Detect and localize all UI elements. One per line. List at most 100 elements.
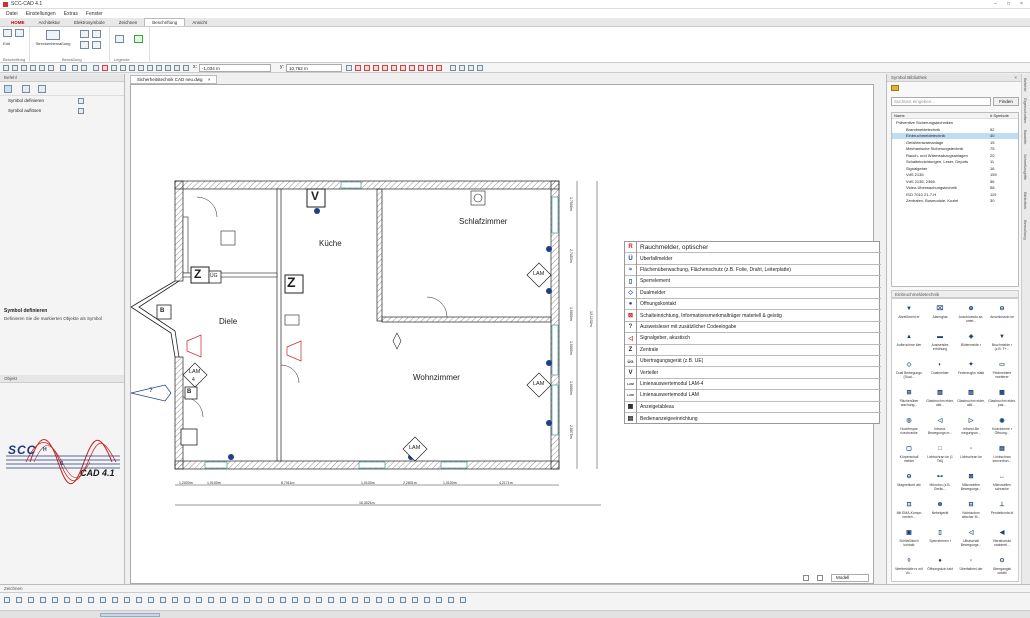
model-tab[interactable]: Modell bbox=[831, 574, 869, 582]
paste-icon[interactable] bbox=[147, 65, 153, 71]
measure-tool-icon[interactable] bbox=[268, 597, 274, 603]
gallery-symbol[interactable]: ▼ Bruchmelde r (z.B. T+... bbox=[988, 330, 1016, 361]
tree-item[interactable]: VdS 2135, 2366 56 bbox=[892, 179, 1018, 185]
curve-tool-icon[interactable] bbox=[124, 597, 130, 603]
gallery-symbol[interactable]: ▣ Schließblech kontakt bbox=[895, 526, 923, 557]
vtab-bibliothek[interactable]: Bibliothek bbox=[1023, 192, 1028, 209]
divide-tool-icon[interactable] bbox=[256, 597, 262, 603]
freehand-tool-icon[interactable] bbox=[136, 597, 142, 603]
gallery-symbol[interactable]: ◎ Hochfreque nzschranke bbox=[895, 414, 923, 445]
line-tool-icon[interactable] bbox=[4, 597, 10, 603]
origin-icon[interactable] bbox=[183, 65, 189, 71]
tab-ansicht[interactable]: Ansicht bbox=[185, 19, 214, 26]
gallery-symbol[interactable]: ▩ Glasbruchm elder, pas... bbox=[988, 386, 1016, 417]
tree-item[interactable]: VdS 2135 159 bbox=[892, 172, 1018, 178]
tree-item[interactable]: Präventive Sicherungstechniken bbox=[892, 120, 1018, 126]
point-tool-icon[interactable] bbox=[244, 597, 250, 603]
move-tool-icon[interactable] bbox=[436, 597, 442, 603]
area-dim-button[interactable] bbox=[80, 41, 89, 50]
angle-dim-button[interactable] bbox=[80, 30, 89, 39]
edit-button[interactable]: Edit bbox=[3, 41, 10, 46]
gallery-symbol[interactable]: ⊙ Übergangsk ontakt bbox=[988, 554, 1016, 581]
legend-edit-button[interactable] bbox=[134, 35, 143, 44]
arrow-tool-icon[interactable] bbox=[4, 85, 12, 93]
gallery-symbol[interactable]: ▢ Körperschall melder bbox=[895, 442, 923, 473]
tab-architektur[interactable]: Architektur bbox=[32, 19, 68, 26]
vtab-schnellzugriffe[interactable]: Schnellzugriffe bbox=[1023, 154, 1028, 180]
snap-intersection-icon[interactable] bbox=[373, 65, 379, 71]
rotate-tool-icon[interactable] bbox=[424, 597, 430, 603]
spline-tool-icon[interactable] bbox=[112, 597, 118, 603]
layer-icon[interactable] bbox=[48, 65, 54, 71]
radius-dim-button[interactable] bbox=[92, 30, 101, 39]
gallery-symbol[interactable]: ◉ Koaxiomme r Öffnung... bbox=[988, 414, 1016, 445]
maximize-icon[interactable]: □ bbox=[1007, 1, 1010, 7]
gallery-symbol[interactable]: ◊ Wertbehälte rs mit Vo... bbox=[895, 554, 923, 581]
tab-beschriftung[interactable]: Beschriftung bbox=[144, 18, 186, 26]
explode-tool-icon[interactable] bbox=[364, 597, 370, 603]
tab-home[interactable]: HOME bbox=[4, 19, 32, 26]
gallery-symbol[interactable]: ▯ Sperrelemen t bbox=[926, 526, 954, 557]
mirror-tool-icon[interactable] bbox=[412, 597, 418, 603]
legend-button[interactable] bbox=[115, 35, 124, 44]
tree-item[interactable]: Signalgeber 16 bbox=[892, 166, 1018, 172]
gallery-symbol[interactable]: ◁ Ultraschall Bewegungs... bbox=[957, 526, 985, 557]
polyline-tool-icon[interactable] bbox=[16, 597, 22, 603]
canvas-nav-icon[interactable] bbox=[803, 575, 809, 581]
list-tool-icon[interactable] bbox=[38, 85, 46, 93]
snap-insert-icon[interactable] bbox=[427, 65, 433, 71]
close-tab-icon[interactable]: × bbox=[208, 77, 211, 82]
symbol-search-input[interactable]: Suchtext eingeben... bbox=[891, 97, 991, 106]
x-coordinate-field[interactable]: -1,034 m bbox=[199, 64, 271, 72]
gallery-symbol[interactable]: ⊖ Magnetkont akt bbox=[895, 470, 923, 501]
erase-tool-icon[interactable] bbox=[460, 597, 466, 603]
ortho-icon[interactable] bbox=[120, 65, 126, 71]
gallery-symbol[interactable]: ▷ Infrarot-Be wegungsm... bbox=[957, 414, 985, 445]
tree-item[interactable]: Gefahrenwarnanlage 15 bbox=[892, 140, 1018, 146]
grid-icon[interactable] bbox=[111, 65, 117, 71]
snap-midpoint-icon[interactable] bbox=[355, 65, 361, 71]
print-icon[interactable] bbox=[39, 65, 45, 71]
find-button[interactable]: Finden bbox=[993, 97, 1019, 106]
gallery-symbol[interactable]: ▲ Aufbruchme lder bbox=[895, 330, 923, 361]
tree-item[interactable]: ISO 7010 21-7-H 119 bbox=[892, 192, 1018, 198]
gallery-symbol[interactable]: ⊛ Nebelgerät bbox=[926, 498, 954, 529]
snap-tangent-icon[interactable] bbox=[391, 65, 397, 71]
stretch-tool-icon[interactable] bbox=[388, 597, 394, 603]
undo-icon[interactable] bbox=[72, 65, 78, 71]
gallery-symbol[interactable]: ◀ Vibrationsko ntaktmel... bbox=[988, 526, 1016, 557]
mtext-tool-icon[interactable] bbox=[172, 597, 178, 603]
y-coordinate-field[interactable]: 10,762 m bbox=[286, 64, 342, 72]
join-tool-icon[interactable] bbox=[352, 597, 358, 603]
polar-icon[interactable] bbox=[129, 65, 135, 71]
save-as-icon[interactable] bbox=[30, 65, 36, 71]
gallery-symbol[interactable]: ⊞ Flächenüber wachung... bbox=[895, 386, 923, 417]
scale-tool-icon[interactable] bbox=[376, 597, 382, 603]
menu-datei[interactable]: Datei bbox=[6, 11, 18, 17]
insert-tool-icon[interactable] bbox=[232, 597, 238, 603]
chamfer-tool-icon[interactable] bbox=[328, 597, 334, 603]
snap-endpoint-icon[interactable] bbox=[346, 65, 352, 71]
streckenbemassung-button[interactable]: Streckenbemaßung bbox=[34, 30, 72, 46]
snap-quadrant-icon[interactable] bbox=[409, 65, 415, 71]
menu-fenster[interactable]: Fenster bbox=[86, 11, 103, 17]
block-tool-icon[interactable] bbox=[220, 597, 226, 603]
vtab-eigenschaften[interactable]: Eigenschaften bbox=[1023, 98, 1028, 123]
circle-3p-tool-icon[interactable] bbox=[64, 597, 70, 603]
menu-einstellungen[interactable]: Einstellungen bbox=[26, 11, 56, 17]
view-icon[interactable] bbox=[450, 65, 456, 71]
fillet-tool-icon[interactable] bbox=[316, 597, 322, 603]
save-icon[interactable] bbox=[21, 65, 27, 71]
leader-button[interactable] bbox=[15, 29, 24, 38]
gallery-symbol[interactable]: ⊡ Mit EMA-Kompo nenten... bbox=[895, 498, 923, 529]
tree-item[interactable]: Video-Überwachungstechnik 58 bbox=[892, 185, 1018, 191]
array-tool-icon[interactable] bbox=[400, 597, 406, 603]
tab-zeichnen[interactable]: Zeichnen bbox=[112, 19, 145, 26]
polygon-tool-icon[interactable] bbox=[40, 597, 46, 603]
tree-item[interactable]: Rauch- und Wärmeabzugsanlagen 20 bbox=[892, 153, 1018, 159]
text-button[interactable] bbox=[3, 29, 12, 38]
tree-item[interactable]: Mechanische Sicherungstechnik 75 bbox=[892, 146, 1018, 152]
gallery-symbol[interactable]: ▤ Lichtschran kenverbun... bbox=[988, 442, 1016, 473]
menu-extras[interactable]: Extras bbox=[64, 11, 78, 17]
ellipse-tool-icon[interactable] bbox=[100, 597, 106, 603]
